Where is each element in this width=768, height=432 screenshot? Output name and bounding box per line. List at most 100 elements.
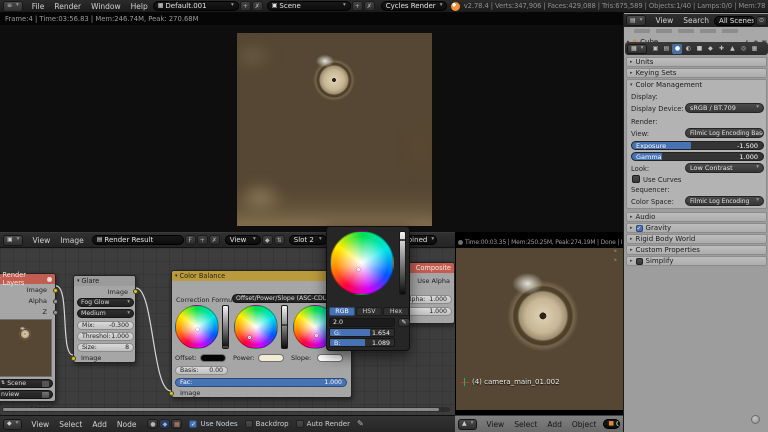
menu-view[interactable]: View — [486, 420, 504, 429]
simplify-checkbox[interactable] — [635, 257, 643, 265]
editor-type-dropdown-info[interactable]: ≡ ▾ — [3, 0, 23, 12]
tab-hsv[interactable]: HSV — [356, 307, 382, 316]
tab-data-icon[interactable]: ▲ — [727, 44, 737, 54]
menu-select[interactable]: Select — [59, 420, 82, 429]
look-label: Look: — [631, 165, 650, 173]
panel-keying-sets[interactable]: ▸ Keying Sets — [626, 68, 767, 78]
slider-handle[interactable] — [400, 239, 405, 241]
menu-window[interactable]: Window — [91, 2, 121, 11]
fake-user-button[interactable]: F — [184, 235, 196, 245]
view-mode-dropdown[interactable]: View ▾ — [224, 235, 261, 245]
picker-value-slider[interactable] — [399, 231, 406, 295]
panel-audio[interactable]: ▸ Audio — [626, 212, 767, 222]
panel-gravity[interactable]: ▸ ✓ Gravity — [626, 223, 767, 233]
new-image-button[interactable]: + — [196, 235, 208, 245]
tree-type-material-icon[interactable]: ● — [147, 419, 159, 429]
scene-dropdown[interactable]: ▣ Scene ▾ — [266, 1, 351, 11]
tab-hex[interactable]: Hex — [383, 307, 409, 316]
menu-help[interactable]: Help — [131, 2, 148, 11]
red-value-input[interactable]: 2.0 — [329, 318, 395, 327]
use-curves-checkbox[interactable] — [632, 175, 640, 183]
panel-simplify[interactable]: ▸ Simplify — [626, 256, 767, 266]
editor-type-dropdown-outliner[interactable]: ▤ ▾ — [626, 15, 647, 26]
gravity-checkbox[interactable]: ✓ — [635, 224, 643, 232]
tab-world-icon[interactable]: ◐ — [683, 44, 693, 54]
tab-modifiers-icon[interactable]: ✚ — [716, 44, 726, 54]
unlink-image-button[interactable]: ✗ — [208, 235, 220, 245]
panel-label: Audio — [635, 213, 656, 221]
menu-view[interactable]: View — [31, 420, 49, 429]
scene-name: Scene — [279, 2, 301, 10]
image-editor-canvas[interactable] — [0, 25, 623, 232]
menu-search[interactable]: Search — [683, 16, 709, 25]
menu-add[interactable]: Add — [92, 420, 107, 429]
panel-expand-icon-2[interactable]: ▸ — [614, 258, 617, 263]
menu-add[interactable]: Add — [547, 420, 562, 429]
menu-file[interactable]: File — [32, 2, 45, 11]
menu-render[interactable]: Render — [54, 2, 81, 11]
panel-rigid-body-world[interactable]: ▸ Rigid Body World — [626, 234, 767, 244]
viewport-3d[interactable]: Time:00:03.35 | Mem:250.25M, Peak:274.19… — [455, 232, 623, 415]
exposure-slider[interactable]: Exposure -1.500 — [631, 141, 764, 150]
menu-view[interactable]: View — [32, 236, 50, 245]
tab-render-layers-icon[interactable]: ▤ — [661, 44, 671, 54]
menu-select[interactable]: Select — [514, 420, 537, 429]
add-layout-button[interactable]: + — [239, 1, 251, 11]
picker-color-wheel[interactable] — [330, 231, 394, 295]
tab-render-icon[interactable]: ▣ — [650, 44, 660, 54]
display-device-dropdown[interactable]: sRGB / BT.709 ▾ — [685, 103, 764, 113]
editor-type-dropdown-properties[interactable]: ▦ ▾ — [627, 43, 648, 54]
panel-label: Rigid Body World — [635, 235, 696, 243]
tab-rgb[interactable]: RGB — [329, 307, 355, 316]
green-value-slider[interactable]: G: 1.654 — [329, 328, 395, 337]
node-editor-header: ◆ ▾ View Select Add Node ● ◆ ▦ ✓ Use Node… — [0, 415, 455, 432]
gamma-slider[interactable]: Gamma 1.000 — [631, 152, 764, 161]
outliner-scope-dropdown[interactable]: All Scenes▾ — [714, 15, 755, 26]
grease-pencil-icon[interactable]: ✎ — [357, 420, 364, 428]
tree-type-compositing-icon[interactable]: ◆ — [159, 419, 171, 429]
use-nodes-label: Use Nodes — [200, 420, 238, 428]
editor-type-dropdown-node[interactable]: ◆ ▾ — [3, 418, 23, 430]
update-icon[interactable]: ⇅ — [273, 235, 285, 245]
tree-type-texture-icon[interactable]: ▦ — [171, 419, 183, 429]
tab-constraints-icon[interactable]: ◆ — [705, 44, 715, 54]
look-dropdown[interactable]: Low Contrast ▾ — [685, 163, 764, 173]
auto-render-checkbox[interactable] — [295, 420, 304, 428]
add-scene-button[interactable]: + — [351, 1, 363, 11]
editor-type-dropdown-image[interactable]: ▣ ▾ — [3, 234, 24, 246]
chevron-down-icon: ▾ — [439, 2, 443, 9]
eyedropper-icon[interactable]: ✎ — [398, 318, 410, 327]
panel-color-management-header[interactable]: ▾ Color Management — [627, 80, 766, 90]
use-nodes-checkbox[interactable]: ✓ — [189, 420, 198, 428]
tab-object-icon[interactable]: ■ — [694, 44, 704, 54]
screen-layout-dropdown[interactable]: ▦ Default.001 ▾ — [152, 1, 239, 11]
editor-type-dropdown-viewport[interactable]: ▲ ▾ — [458, 418, 478, 430]
panel-units[interactable]: ▸ Units — [626, 57, 767, 67]
menu-object[interactable]: Object — [572, 420, 596, 429]
tab-texture-icon[interactable]: ▦ — [749, 44, 759, 54]
mode-dropdown[interactable]: ■Object Mode▾ — [603, 419, 620, 429]
menu-node[interactable]: Node — [117, 420, 137, 429]
backdrop-checkbox[interactable] — [244, 420, 253, 428]
panel-custom-properties[interactable]: ▸ Custom Properties — [626, 245, 767, 255]
view-transform-dropdown[interactable]: Filmic Log Encoding Base▾ — [685, 128, 764, 138]
gamma-value: 1.000 — [739, 153, 758, 161]
search-icon[interactable]: ⊙ — [756, 15, 767, 26]
screen-layout-icon: ▦ — [157, 2, 164, 9]
menu-view[interactable]: View — [655, 16, 673, 25]
tab-scene-icon[interactable]: ● — [672, 43, 683, 54]
panel-expand-icon[interactable]: ▸ — [614, 249, 617, 254]
delete-layout-button[interactable]: ✗ — [251, 1, 263, 11]
tab-material-icon[interactable]: ◎ — [738, 44, 748, 54]
render-engine-dropdown[interactable]: Cycles Render ▾ — [380, 1, 447, 11]
pin-icon[interactable]: ◆ — [261, 235, 273, 245]
corner-resize-widget[interactable] — [751, 415, 760, 424]
blue-label: B: — [334, 340, 341, 347]
slot-dropdown[interactable]: Slot 2 ▾ — [288, 235, 327, 245]
delete-scene-button[interactable]: ✗ — [363, 1, 375, 11]
blue-value-slider[interactable]: B: 1.089 — [329, 338, 395, 347]
color-space-dropdown[interactable]: Filmic Log Encoding ▾ — [685, 196, 764, 206]
image-datablock-field[interactable]: ▤ Render Result — [91, 235, 184, 245]
menu-image[interactable]: Image — [60, 236, 84, 245]
outliner-row-truncated[interactable] — [634, 29, 739, 33]
